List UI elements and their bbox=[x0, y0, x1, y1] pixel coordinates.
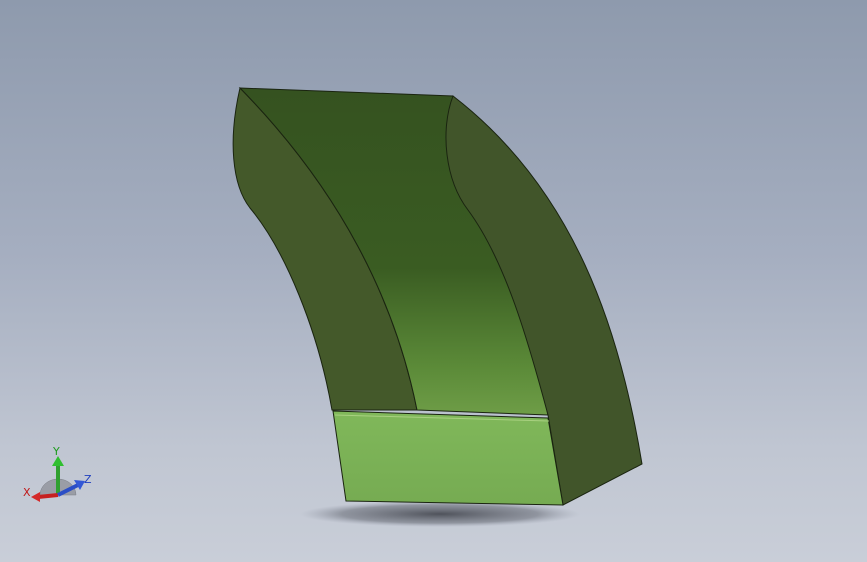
x-axis-arrow bbox=[31, 492, 40, 502]
graphics-viewport[interactable]: Y X Z bbox=[0, 0, 867, 562]
triad-z-label: Z bbox=[84, 473, 92, 486]
triad-y-label: Y bbox=[53, 445, 60, 458]
reference-triad[interactable]: Y X Z bbox=[18, 440, 98, 510]
triad-x-label: X bbox=[23, 486, 31, 499]
front-face[interactable] bbox=[332, 410, 564, 506]
model-scene[interactable] bbox=[0, 0, 867, 562]
